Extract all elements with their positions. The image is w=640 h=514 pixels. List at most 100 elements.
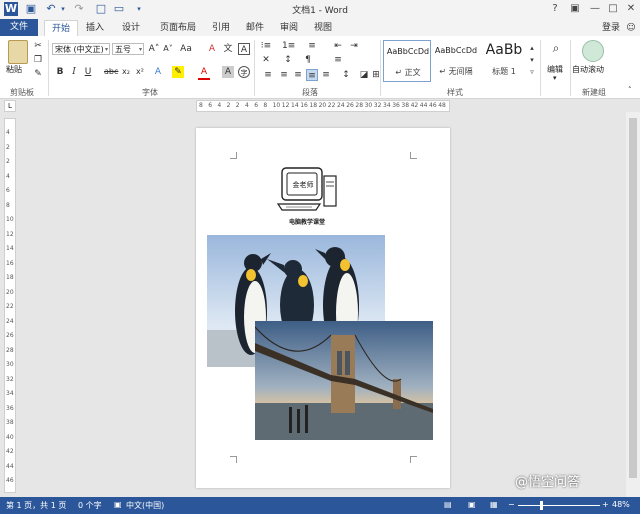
increase-indent-icon[interactable]: ⇥: [348, 40, 360, 52]
distributed-icon[interactable]: ≡: [320, 69, 332, 81]
ruler-tick-label: 36: [6, 404, 14, 412]
print-layout-icon[interactable]: ▣: [468, 500, 476, 509]
show-marks-icon[interactable]: ¶: [302, 54, 314, 66]
format-painter-icon[interactable]: ✎: [32, 68, 44, 80]
ribbon-display-icon[interactable]: ▣: [565, 1, 585, 17]
web-layout-icon[interactable]: ▦: [490, 500, 498, 509]
zoom-slider-handle[interactable]: [540, 501, 543, 510]
logo-text: 金老师: [292, 181, 314, 189]
scrollbar-thumb[interactable]: [629, 118, 637, 478]
ruler-tick-label: 40: [6, 433, 14, 441]
autoscroll-icon[interactable]: [582, 40, 604, 62]
close-icon[interactable]: ✕: [621, 1, 640, 17]
ruler-tick-label: 34: [6, 390, 14, 397]
ruler-tick-label: 10: [272, 102, 281, 109]
styles-down-icon[interactable]: ▾: [526, 54, 538, 66]
tab-file[interactable]: 文件: [0, 19, 38, 36]
zoom-out-icon[interactable]: −: [508, 500, 515, 509]
autoscroll-button[interactable]: 自动滚动: [572, 64, 604, 75]
minimize-icon[interactable]: —: [585, 1, 605, 17]
align-center-icon[interactable]: ≡: [278, 69, 290, 81]
zoom-level[interactable]: 48%: [612, 500, 630, 509]
tab-page-layout[interactable]: 页面布局: [152, 20, 204, 36]
paste-button[interactable]: 粘贴: [6, 64, 22, 75]
numbering-icon[interactable]: 1≡: [282, 40, 295, 52]
ruler-tick-label: 2: [6, 158, 10, 165]
font-name-select[interactable]: 宋体 (中文正) ▾: [52, 43, 110, 55]
help-button[interactable]: ?: [545, 1, 565, 17]
proofing-icon[interactable]: ▣: [114, 500, 122, 509]
char-border-icon[interactable]: A: [238, 43, 250, 55]
tab-view[interactable]: 视图: [308, 20, 338, 36]
char-shading-icon[interactable]: A: [222, 66, 234, 78]
tab-home[interactable]: 开始: [44, 20, 78, 37]
font-color-icon[interactable]: A: [198, 66, 210, 80]
style-heading-1[interactable]: AaBb 标题 1: [480, 40, 528, 82]
align-right-icon[interactable]: ≡: [292, 69, 304, 81]
superscript-icon[interactable]: x²: [134, 66, 146, 78]
align-left-icon[interactable]: ≡: [262, 69, 274, 81]
vertical-scrollbar[interactable]: [626, 112, 640, 497]
language[interactable]: 中文(中国): [126, 500, 164, 511]
text-effects-icon[interactable]: A: [152, 66, 164, 78]
styles-more-icon[interactable]: ▿: [526, 66, 538, 78]
strikethrough-icon[interactable]: abc: [104, 66, 118, 78]
multilevel-list-icon[interactable]: ≡: [306, 40, 318, 52]
paste-icon[interactable]: [8, 40, 28, 64]
collapse-ribbon-icon[interactable]: ˄: [628, 86, 632, 94]
clear-format-icon[interactable]: A: [206, 43, 218, 55]
style-normal[interactable]: AaBbCcDd ↵ 正文: [383, 40, 431, 82]
justify-icon[interactable]: ≡: [306, 69, 318, 81]
word-count[interactable]: 0 个字: [78, 500, 102, 511]
zoom-in-icon[interactable]: +: [602, 500, 609, 509]
tab-review[interactable]: 审阅: [274, 20, 304, 36]
bold-icon[interactable]: B: [54, 66, 66, 78]
line-spacing-icon[interactable]: ≡: [332, 54, 344, 66]
chevron-down-icon[interactable]: ▾: [553, 74, 557, 82]
ruler-tick-label: 44: [6, 462, 14, 470]
maximize-icon[interactable]: □: [603, 1, 623, 17]
shading-icon[interactable]: ◪: [358, 69, 370, 81]
tab-insert[interactable]: 插入: [80, 20, 110, 36]
bridge-image[interactable]: [255, 321, 433, 440]
tab-design[interactable]: 设计: [116, 20, 146, 36]
page-count[interactable]: 第 1 页，共 1 页: [6, 500, 66, 511]
ruler-tick-label: 20: [6, 288, 14, 296]
subscript-icon[interactable]: x₂: [120, 66, 132, 78]
decrease-indent-icon[interactable]: ⇤: [332, 40, 344, 52]
line-spacing-icon[interactable]: ↕: [340, 69, 352, 81]
cut-icon[interactable]: ✂: [32, 40, 44, 52]
ruler-tick-label: 38: [6, 419, 14, 426]
phonetic-guide-icon[interactable]: 文: [222, 43, 234, 55]
styles-up-icon[interactable]: ▴: [526, 42, 538, 54]
read-mode-icon[interactable]: ▤: [444, 500, 452, 509]
enclose-char-icon[interactable]: 字: [238, 66, 250, 78]
change-case-icon[interactable]: Aa: [180, 43, 192, 55]
user-icon[interactable]: ☺: [624, 20, 638, 36]
ruler-tick-label: 16: [300, 102, 308, 109]
sort-icon[interactable]: ↕: [282, 54, 294, 66]
grow-font-icon[interactable]: A˄: [148, 43, 160, 55]
vertical-ruler[interactable]: 4 2 2 4 6 8 10 12 14 16 18 20 22 24 26 28 30 32 34 36 38 40 42…: [4, 118, 16, 493]
tab-references[interactable]: 引用: [206, 20, 236, 36]
tab-selector[interactable]: L: [4, 100, 16, 112]
chinese-layout-icon[interactable]: ✕: [260, 54, 272, 66]
binoculars-icon[interactable]: ⌕: [548, 42, 564, 58]
copy-icon[interactable]: ❐: [32, 54, 44, 66]
zoom-slider[interactable]: [518, 505, 600, 506]
horizontal-ruler[interactable]: 8 6 4 2 2 4 6 8 10 12 14 16 18 20 22 24 26 28 30 32 34 36 38 42…: [196, 100, 450, 112]
ruler-tick-label: 8: [263, 102, 268, 109]
font-size-select[interactable]: 五号 ▾: [112, 43, 144, 55]
login-link[interactable]: 登录: [596, 20, 626, 36]
tab-mailings[interactable]: 邮件: [240, 20, 270, 36]
bullets-icon[interactable]: ⁝≡: [260, 40, 272, 52]
italic-icon[interactable]: I: [68, 66, 80, 78]
shrink-font-icon[interactable]: A˅: [162, 43, 174, 55]
document-page[interactable]: 金老师 电脑教学课堂: [196, 128, 450, 488]
style-no-spacing[interactable]: AaBbCcDd ↵ 无间隔: [432, 40, 480, 82]
font-size-value: 五号: [115, 45, 131, 54]
clipboard-group-label: 剪贴板: [10, 88, 34, 97]
underline-icon[interactable]: U: [82, 66, 94, 78]
ruler-tick-label: 2: [226, 102, 231, 109]
highlight-icon[interactable]: ✎: [172, 66, 184, 78]
